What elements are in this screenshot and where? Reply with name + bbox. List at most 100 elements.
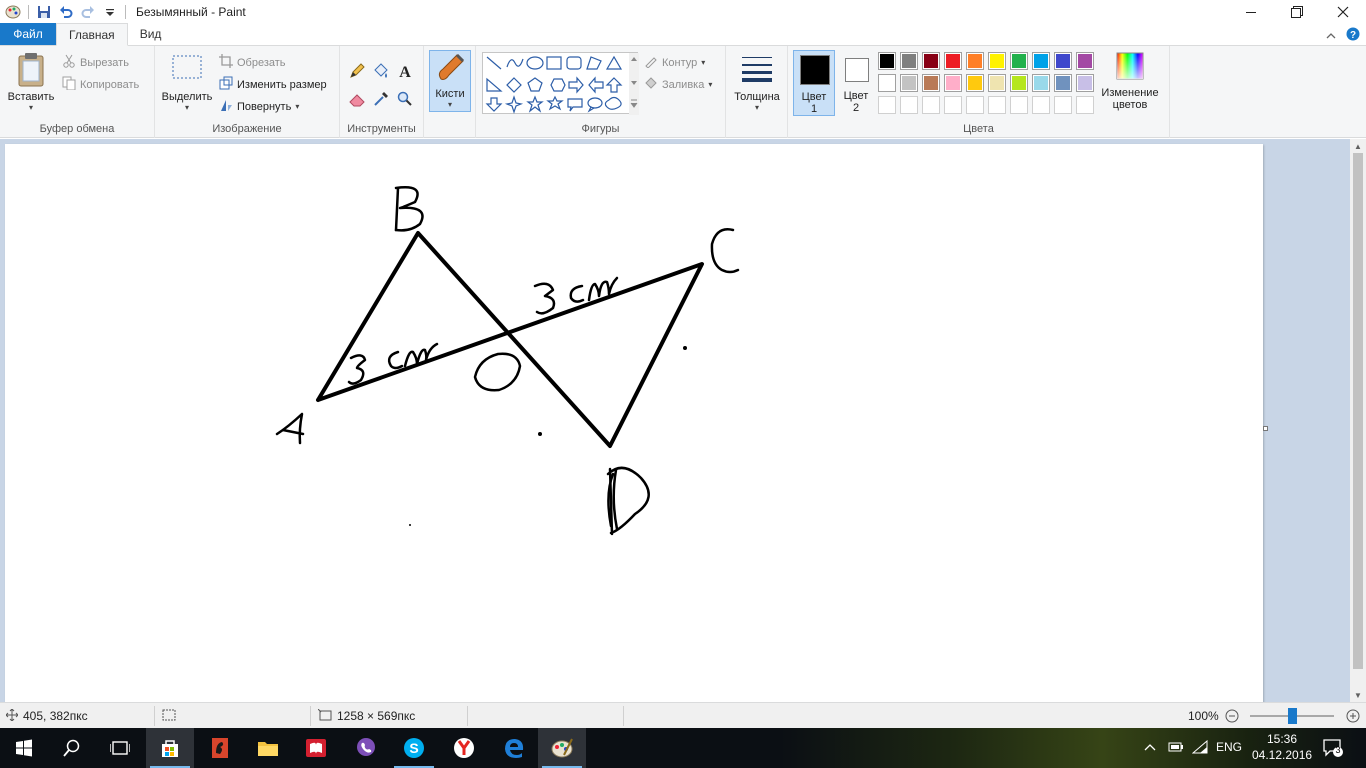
- palette-swatch[interactable]: [944, 52, 962, 70]
- text-icon[interactable]: A: [396, 62, 414, 83]
- palette-swatch[interactable]: [1032, 52, 1050, 70]
- palette-swatch[interactable]: [878, 52, 896, 70]
- vertical-scrollbar[interactable]: ▲ ▼: [1350, 139, 1366, 702]
- status-bar: 405, 382пкс 1258 × 569пкс 100%: [0, 702, 1366, 728]
- scroll-up-icon[interactable]: ▲: [1350, 139, 1366, 153]
- fill-button[interactable]: Заливка ▾: [644, 76, 712, 93]
- palette-custom-slot[interactable]: [966, 96, 984, 114]
- palette-swatch[interactable]: [1076, 74, 1094, 92]
- redo-icon[interactable]: [77, 1, 99, 23]
- resize-button[interactable]: Изменить размер: [219, 76, 327, 93]
- pencil-icon[interactable]: [348, 62, 366, 83]
- zoom-slider-thumb[interactable]: [1288, 708, 1297, 724]
- palette-swatch[interactable]: [1054, 52, 1072, 70]
- color-picker-icon[interactable]: [372, 90, 390, 111]
- palette-custom-slot[interactable]: [988, 96, 1006, 114]
- paint-icon[interactable]: [538, 728, 586, 768]
- wifi-icon[interactable]: [1191, 739, 1208, 757]
- palette-swatch[interactable]: [1010, 74, 1028, 92]
- customize-qat-icon[interactable]: [99, 1, 121, 23]
- copy-button[interactable]: Копировать: [62, 76, 139, 93]
- paste-dropdown-icon[interactable]: ▾: [29, 103, 33, 112]
- viber-icon[interactable]: [342, 728, 390, 768]
- scrollbar-thumb[interactable]: [1353, 153, 1363, 669]
- outline-button[interactable]: Контур ▾: [644, 54, 705, 71]
- edit-colors-button[interactable]: Изменение цветов: [1098, 52, 1162, 111]
- palette-swatch-color: [924, 76, 938, 90]
- brushes-dropdown-icon[interactable]: ▾: [448, 100, 452, 109]
- rotate-dropdown-icon[interactable]: ▾: [295, 102, 299, 111]
- size-label: Толщина: [734, 91, 780, 103]
- minimize-button[interactable]: [1228, 0, 1274, 24]
- show-hidden-icons-icon[interactable]: [1144, 741, 1156, 755]
- brushes-button[interactable]: Кисти ▾: [429, 50, 471, 112]
- palette-custom-slot[interactable]: [878, 96, 896, 114]
- help-icon[interactable]: ?: [1346, 27, 1360, 44]
- color2-button[interactable]: Цвет 2: [838, 50, 874, 116]
- select-button[interactable]: Выделить ▾: [159, 54, 215, 112]
- palette-swatch[interactable]: [1032, 74, 1050, 92]
- palette-custom-slot[interactable]: [1010, 96, 1028, 114]
- close-button[interactable]: [1320, 0, 1366, 24]
- rotate-button[interactable]: Повернуть ▾: [219, 98, 299, 115]
- language-indicator[interactable]: ENG: [1216, 740, 1242, 754]
- palette-swatch[interactable]: [900, 52, 918, 70]
- palette-custom-slot[interactable]: [1032, 96, 1050, 114]
- size-dropdown-icon[interactable]: ▾: [755, 103, 759, 112]
- palette-swatch-color: [902, 76, 916, 90]
- palette-custom-slot[interactable]: [900, 96, 918, 114]
- crop-button[interactable]: Обрезать: [219, 54, 286, 71]
- select-dropdown-icon[interactable]: ▾: [185, 103, 189, 112]
- palette-swatch[interactable]: [922, 74, 940, 92]
- yandex-icon[interactable]: [440, 728, 488, 768]
- palette-swatch[interactable]: [966, 74, 984, 92]
- explorer-icon[interactable]: [244, 728, 292, 768]
- palette-custom-slot[interactable]: [1054, 96, 1072, 114]
- tab-view[interactable]: Вид: [128, 23, 174, 45]
- start-icon[interactable]: [0, 728, 48, 768]
- task-view-icon[interactable]: [96, 728, 144, 768]
- drawing-canvas[interactable]: [5, 144, 1263, 702]
- cut-button[interactable]: Вырезать: [62, 54, 129, 71]
- tab-file[interactable]: Файл: [0, 23, 56, 45]
- search-icon[interactable]: [48, 728, 96, 768]
- palette-swatch[interactable]: [966, 52, 984, 70]
- palette-custom-slot[interactable]: [944, 96, 962, 114]
- zoom-in-icon[interactable]: [1346, 709, 1360, 726]
- paint-app-icon[interactable]: [2, 1, 24, 23]
- app-red-icon[interactable]: [196, 728, 244, 768]
- collapse-ribbon-icon[interactable]: [1326, 29, 1336, 43]
- eraser-icon[interactable]: [348, 90, 366, 111]
- palette-swatch[interactable]: [900, 74, 918, 92]
- edge-icon[interactable]: [490, 728, 538, 768]
- action-center-icon[interactable]: 3: [1322, 738, 1344, 761]
- restore-button[interactable]: [1274, 0, 1320, 24]
- size-button[interactable]: Толщина ▾: [730, 54, 784, 112]
- canvas-resize-handle[interactable]: [1263, 426, 1268, 431]
- zoom-out-icon[interactable]: [1225, 709, 1239, 726]
- palette-swatch[interactable]: [922, 52, 940, 70]
- reader-icon[interactable]: [292, 728, 340, 768]
- battery-icon[interactable]: [1168, 741, 1184, 756]
- palette-swatch[interactable]: [878, 74, 896, 92]
- paste-button[interactable]: Вставить ▾: [6, 52, 56, 112]
- scroll-down-icon[interactable]: ▼: [1350, 688, 1366, 702]
- store-icon[interactable]: [146, 728, 194, 768]
- palette-swatch[interactable]: [988, 52, 1006, 70]
- palette-swatch[interactable]: [1054, 74, 1072, 92]
- save-icon[interactable]: [33, 1, 55, 23]
- palette-swatch[interactable]: [1076, 52, 1094, 70]
- palette-swatch[interactable]: [1010, 52, 1028, 70]
- palette-swatch[interactable]: [988, 74, 1006, 92]
- skype-icon[interactable]: S: [390, 728, 438, 768]
- shapes-gallery[interactable]: [482, 52, 639, 115]
- magnifier-icon[interactable]: [396, 90, 414, 111]
- palette-custom-slot[interactable]: [1076, 96, 1094, 114]
- fill-bucket-icon[interactable]: [372, 62, 390, 83]
- color1-button[interactable]: Цвет 1: [793, 50, 835, 116]
- clock[interactable]: 15:36 04.12.2016: [1252, 731, 1312, 763]
- tab-home[interactable]: Главная: [56, 23, 128, 46]
- undo-icon[interactable]: [55, 1, 77, 23]
- palette-swatch[interactable]: [944, 74, 962, 92]
- palette-custom-slot[interactable]: [922, 96, 940, 114]
